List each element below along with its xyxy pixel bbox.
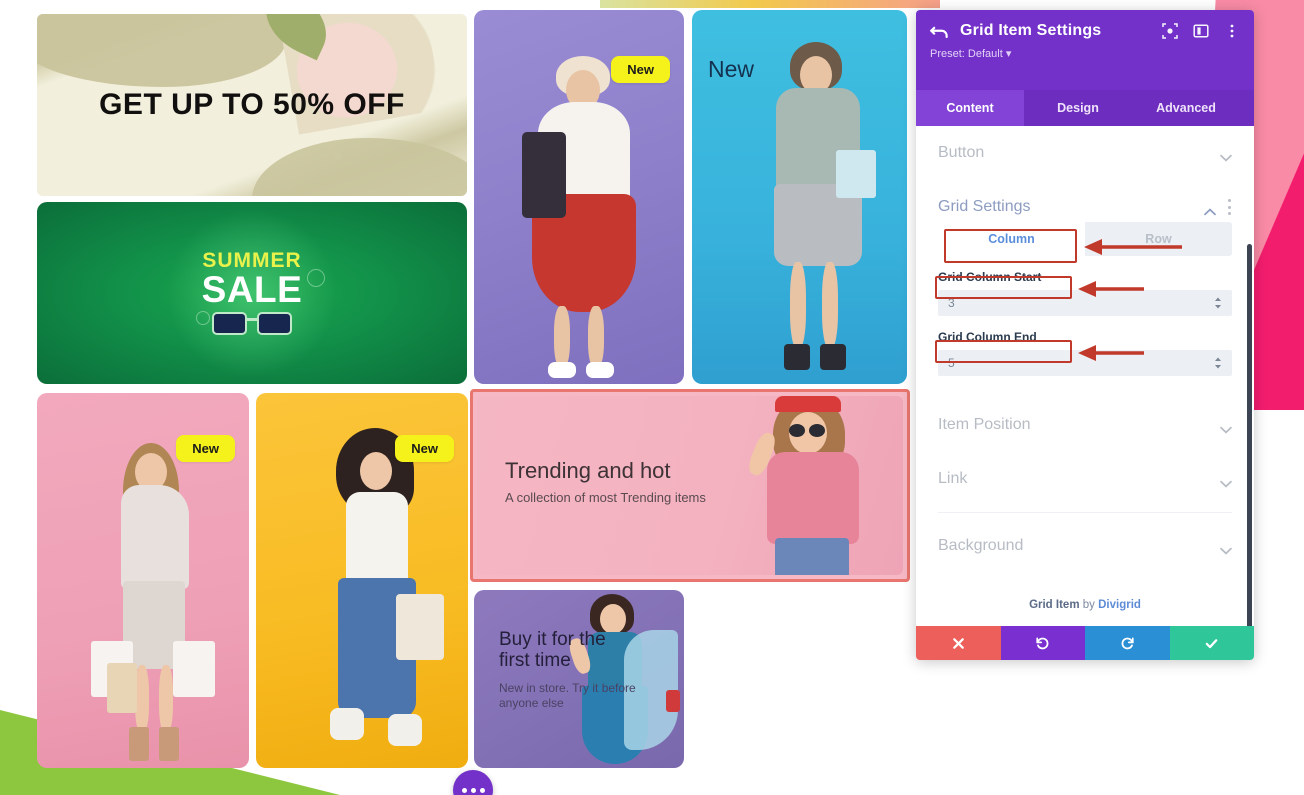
sunglasses-icon xyxy=(212,312,292,336)
product-card-purple[interactable]: New xyxy=(474,10,684,384)
product-card-pink[interactable]: New xyxy=(37,393,249,768)
banner-sale-card[interactable]: GET UP TO 50% OFF xyxy=(37,14,467,196)
panel-footer-actions xyxy=(916,626,1254,660)
section-background[interactable]: Background xyxy=(916,519,1254,573)
credit-module-name: Grid Item xyxy=(1029,599,1080,611)
model-figure-pink xyxy=(77,423,227,768)
tab-advanced[interactable]: Advanced xyxy=(1132,90,1240,126)
badge-new-purple: New xyxy=(611,56,670,83)
more-options-fab[interactable] xyxy=(453,770,493,795)
toggle-option-row[interactable]: Row xyxy=(1085,222,1232,256)
cancel-button[interactable] xyxy=(916,626,1001,660)
model-figure-cyan xyxy=(732,34,892,384)
redo-button[interactable] xyxy=(1085,626,1170,660)
panel-credit: Grid Item by Divigrid xyxy=(916,599,1254,611)
panel-preset-selector[interactable]: Preset: Default ▾ xyxy=(930,47,1240,60)
section-background-label: Background xyxy=(938,537,1024,554)
dot-1 xyxy=(461,787,467,793)
section-grid-settings-label: Grid Settings xyxy=(938,198,1031,215)
panel-body: Button Grid Settings Column Row Grid Col… xyxy=(916,126,1254,626)
section-grid-settings[interactable]: Grid Settings xyxy=(916,180,1254,222)
buy-subtitle: New in store. Try it before anyone else xyxy=(499,681,636,711)
stepper-arrows-icon-2[interactable] xyxy=(1214,357,1222,369)
focus-icon[interactable] xyxy=(1162,23,1178,39)
grid-column-end-input[interactable]: 5 xyxy=(938,350,1232,376)
chevron-up-icon xyxy=(1204,203,1216,216)
stepper-arrows-icon[interactable] xyxy=(1214,297,1222,309)
grid-column-end-value: 5 xyxy=(948,356,955,370)
page-canvas: GET UP TO 50% OFF SUMMER SALE New New Ne… xyxy=(0,0,916,795)
section-button-label: Button xyxy=(938,144,985,161)
grid-item-buy-first-time[interactable]: Buy it for the first time New in store. … xyxy=(474,590,684,768)
section-item-position-label: Item Position xyxy=(938,416,1031,433)
buy-title: Buy it for the first time xyxy=(499,629,606,671)
section-button[interactable]: Button xyxy=(916,126,1254,180)
credit-brand[interactable]: Divigrid xyxy=(1098,599,1141,611)
grid-column-start-label: Grid Column Start xyxy=(938,270,1042,284)
panel-title: Grid Item Settings xyxy=(960,22,1102,39)
banner-summer-card[interactable]: SUMMER SALE xyxy=(37,202,467,384)
save-button[interactable] xyxy=(1169,626,1254,660)
dot-2 xyxy=(470,787,476,793)
section-item-position[interactable]: Item Position xyxy=(916,398,1254,452)
column-row-toggle[interactable]: Column Row xyxy=(938,222,1232,256)
kebab-menu-icon[interactable] xyxy=(1224,23,1240,39)
toggle-option-column[interactable]: Column xyxy=(938,222,1085,256)
panel-preset-label: Preset: Default xyxy=(930,48,1003,60)
section-link-label: Link xyxy=(938,470,968,487)
tab-content[interactable]: Content xyxy=(916,90,1024,126)
grid-column-start-value: 3 xyxy=(948,296,955,310)
grid-column-start-input[interactable]: 3 xyxy=(938,290,1232,316)
layout-panel-icon[interactable] xyxy=(1193,23,1209,39)
sale-label: SALE xyxy=(201,268,303,310)
section-link[interactable]: Link xyxy=(916,452,1254,506)
app-root: GET UP TO 50% OFF SUMMER SALE New New Ne… xyxy=(0,0,1304,795)
trending-subtitle: A collection of most Trending items xyxy=(505,490,706,505)
model-figure-yellow xyxy=(290,418,460,768)
badge-new-yellow: New xyxy=(395,435,454,462)
section-kebab-icon[interactable] xyxy=(1228,199,1232,215)
grid-item-settings-panel: Grid Item Settings Preset: Default ▾ Con… xyxy=(916,10,1254,660)
chevron-down-icon-2 xyxy=(1220,421,1232,434)
panel-scrollbar[interactable] xyxy=(1247,244,1252,626)
banner-sale-text: GET UP TO 50% OFF xyxy=(99,88,405,121)
grid-column-end-label: Grid Column End xyxy=(938,330,1037,344)
dot-3 xyxy=(479,787,485,793)
product-card-yellow[interactable]: New xyxy=(256,393,468,768)
model-figure-trending xyxy=(745,396,895,575)
grid-item-trending-selected[interactable]: Trending and hot A collection of most Tr… xyxy=(470,389,910,582)
chevron-down-icon-4 xyxy=(1220,542,1232,555)
panel-header: Grid Item Settings Preset: Default ▾ xyxy=(916,10,1254,90)
badge-new-pink: New xyxy=(176,435,235,462)
chevron-down-icon xyxy=(1220,149,1232,162)
badge-new-cyan: New xyxy=(708,56,755,82)
tab-design[interactable]: Design xyxy=(1024,90,1132,126)
section-divider xyxy=(938,512,1232,513)
back-arrow-icon[interactable] xyxy=(930,22,950,40)
trending-title: Trending and hot xyxy=(505,458,671,483)
grid-settings-group: Column Row Grid Column Start 3 Grid Colu… xyxy=(916,222,1254,376)
summer-label: SUMMER xyxy=(202,248,302,272)
product-card-cyan[interactable]: New xyxy=(692,10,907,384)
credit-by: by xyxy=(1082,599,1095,611)
panel-tabs: Content Design Advanced xyxy=(916,90,1254,126)
model-figure-purple xyxy=(492,44,667,384)
chevron-down-icon-3 xyxy=(1220,475,1232,488)
undo-button[interactable] xyxy=(1000,626,1085,660)
